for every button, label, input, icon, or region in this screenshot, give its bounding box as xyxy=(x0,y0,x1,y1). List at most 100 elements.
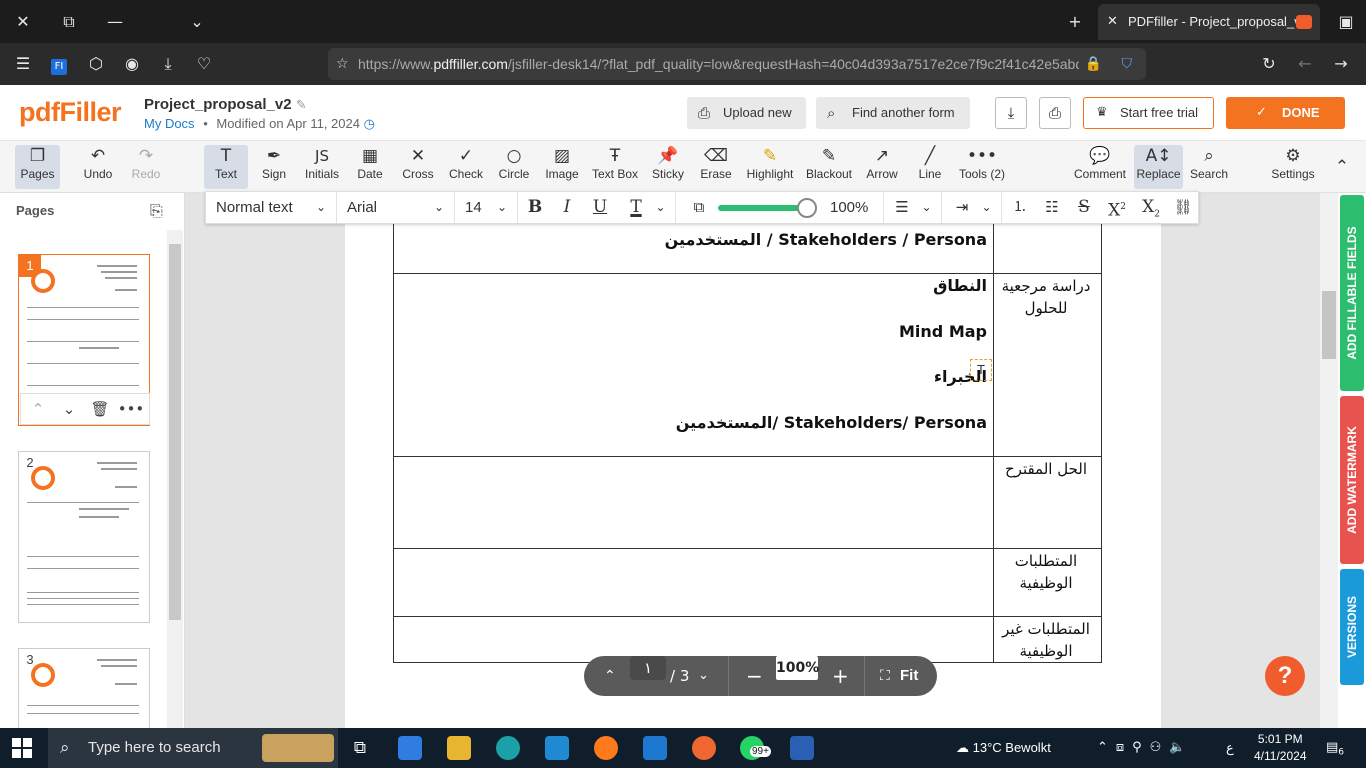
bulleted-list-icon[interactable]: ☷ xyxy=(1036,192,1068,223)
tool-text[interactable]: T Text xyxy=(204,145,248,189)
tool-erase[interactable]: ⌫ Erase xyxy=(694,145,738,189)
tool-sticky[interactable]: 📌 Sticky xyxy=(646,145,690,189)
font-size-select[interactable]: 14 ⌄ xyxy=(455,192,518,223)
document-page[interactable]: المستخدمين / Stakeholders / Persona دراس… xyxy=(345,193,1161,728)
tool-more-tools[interactable]: ••• Tools (2) xyxy=(956,145,1008,189)
tool-redo[interactable]: ↷ Redo xyxy=(124,145,168,189)
pocket-icon[interactable]: ♡ xyxy=(191,51,217,77)
firefox-icon[interactable] xyxy=(594,736,618,760)
tool-check[interactable]: ✓ Check xyxy=(444,145,488,189)
row2-label[interactable]: الحل المقترح xyxy=(998,458,1094,480)
add-fillable-fields-tab[interactable]: ADD FILLABLE FIELDS xyxy=(1340,195,1364,391)
trash-icon[interactable]: 🗑 xyxy=(85,394,115,424)
collections-icon[interactable]: ▣ xyxy=(1333,9,1359,35)
fit-button[interactable]: Fit xyxy=(900,656,918,696)
tool-date[interactable]: ▦ Date xyxy=(348,145,392,189)
reload-icon[interactable]: ↻ xyxy=(1256,51,1282,77)
my-docs-link[interactable]: My Docs xyxy=(144,116,195,131)
mail-icon[interactable] xyxy=(643,736,667,760)
page-thumbnail-3[interactable]: 3 xyxy=(18,648,150,728)
pdffiller-logo[interactable]: pdfFiller xyxy=(19,97,122,128)
superscript-button[interactable]: X2 xyxy=(1101,192,1133,223)
forward-icon[interactable]: → xyxy=(1328,51,1354,77)
subscript-button[interactable]: X2 xyxy=(1135,192,1167,223)
browser-tab[interactable]: ✕ PDFfiller - Project_proposal_v2 xyxy=(1098,4,1320,40)
page-thumbnail-1[interactable]: 1 ⌃ ⌄ 🗑 ••• xyxy=(18,254,150,426)
move-down-icon[interactable]: ⌄ xyxy=(54,394,84,424)
menu-icon[interactable]: ☰ xyxy=(10,51,36,77)
zoom-in-icon[interactable]: + xyxy=(832,656,849,696)
close-window-icon[interactable]: ✕ xyxy=(10,9,36,35)
print-button[interactable]: ⎙ xyxy=(1039,97,1071,129)
shield-icon[interactable]: ⛉ xyxy=(1117,48,1136,80)
notifications-icon[interactable]: ▤6 xyxy=(1326,728,1344,768)
scrollbar-thumb[interactable] xyxy=(1322,291,1336,359)
edit-pencil-icon[interactable]: ✎ xyxy=(296,98,307,113)
tool-pages[interactable]: ❐ Pages xyxy=(15,145,60,189)
minimize-icon[interactable]: — xyxy=(102,9,128,35)
system-tray-icons[interactable]: ⌃⧈⚲⚇🔈 xyxy=(1097,728,1194,768)
chevron-down-icon[interactable]: ⌄ xyxy=(184,9,210,35)
tool-line[interactable]: ╱ Line xyxy=(908,145,952,189)
bookmark-star-icon[interactable]: ☆ xyxy=(336,48,349,80)
opacity-slider[interactable] xyxy=(718,205,808,211)
tool-sign[interactable]: ✒ Sign xyxy=(252,145,296,189)
row0-text[interactable]: المستخدمين / Stakeholders / Persona xyxy=(665,230,987,249)
text-color-dropdown[interactable]: ⌄ xyxy=(646,192,676,223)
weather-widget[interactable]: ☁ 13°C Bewolkt xyxy=(956,728,1051,768)
strikethrough-button[interactable]: S xyxy=(1068,192,1100,223)
fi-extension-icon[interactable]: FI xyxy=(46,51,72,77)
row4-label[interactable]: المتطلبات غير الوظيفية xyxy=(998,618,1094,662)
taskbar-search[interactable]: ⌕ Type here to search xyxy=(48,728,338,768)
move-up-icon[interactable]: ⌃ xyxy=(23,394,53,424)
find-another-form-button[interactable]: ⌕ Find another form xyxy=(816,97,970,129)
scrollbar-thumb[interactable] xyxy=(169,244,181,620)
app-icon[interactable] xyxy=(692,736,716,760)
paragraph-style-select[interactable]: Normal text ⌄ xyxy=(206,192,337,223)
vscode-icon[interactable] xyxy=(545,736,569,760)
add-watermark-tab[interactable]: ADD WATERMARK xyxy=(1340,396,1364,564)
indent-dropdown[interactable]: ⌄ xyxy=(972,192,1002,223)
tool-undo[interactable]: ↶ Undo xyxy=(76,145,120,189)
opacity-slider-handle[interactable] xyxy=(797,198,817,218)
extensions-icon[interactable]: ⬡ xyxy=(83,51,109,77)
text-field-marker[interactable]: T xyxy=(970,359,992,381)
tool-image[interactable]: ▨ Image xyxy=(540,145,584,189)
more-icon[interactable]: ••• xyxy=(116,394,146,424)
align-dropdown[interactable]: ⌄ xyxy=(912,192,942,223)
tool-search[interactable]: ⌕ Search xyxy=(1186,145,1232,189)
collapse-toolbar-button[interactable]: ⌃ xyxy=(1330,145,1354,189)
tool-highlight[interactable]: ✎ Highlight xyxy=(742,145,798,189)
clock[interactable]: 5:01 PM 4/11/2024 xyxy=(1254,731,1307,765)
tool-arrow[interactable]: ↗ Arrow xyxy=(860,145,904,189)
windows-start-icon[interactable] xyxy=(12,738,32,758)
row1-line2[interactable]: Mind Map xyxy=(899,322,987,341)
bold-button[interactable]: B xyxy=(519,192,551,223)
tool-blackout[interactable]: ✎ Blackout xyxy=(802,145,856,189)
page-thumbnail-2[interactable]: 2 xyxy=(18,451,150,623)
tool-comment[interactable]: 💬 Comment xyxy=(1072,145,1128,189)
add-page-icon[interactable]: ⎘ xyxy=(150,201,163,221)
document-title[interactable]: Project_proposal_v2 ✎ xyxy=(144,96,307,113)
language-indicator[interactable]: ع xyxy=(1226,728,1234,768)
next-page-icon[interactable]: ⌄ xyxy=(698,656,709,696)
link-icon[interactable]: ⛓ xyxy=(1167,192,1199,223)
done-button[interactable]: ✓ DONE xyxy=(1226,97,1345,129)
address-bar[interactable]: ☆ https://www.pdffiller.com/jsfiller-des… xyxy=(328,48,1146,80)
canvas-scrollbar[interactable] xyxy=(1320,193,1338,728)
history-icon[interactable]: ◷ xyxy=(364,117,375,132)
zoom-value[interactable]: 100% xyxy=(776,656,819,680)
edge-icon[interactable] xyxy=(496,736,520,760)
row1-line4[interactable]: المستخدمين/ Stakeholders/ Persona xyxy=(676,413,987,432)
task-view-icon[interactable]: ⧉ xyxy=(348,736,372,760)
profile-icon[interactable]: ◉ xyxy=(119,51,145,77)
store-icon[interactable] xyxy=(398,736,422,760)
lock-icon[interactable]: 🔒 xyxy=(1078,48,1108,80)
row1-label[interactable]: دراسة مرجعية للحلول xyxy=(998,275,1094,319)
page-number-input[interactable]: ١ xyxy=(630,656,666,680)
versions-tab[interactable]: VERSIONS xyxy=(1340,569,1364,685)
new-tab-icon[interactable]: + xyxy=(1062,9,1088,35)
tool-circle[interactable]: ○ Circle xyxy=(492,145,536,189)
start-free-trial-button[interactable]: ♛ Start free trial xyxy=(1083,97,1214,129)
prev-page-icon[interactable]: ⌃ xyxy=(604,656,616,696)
